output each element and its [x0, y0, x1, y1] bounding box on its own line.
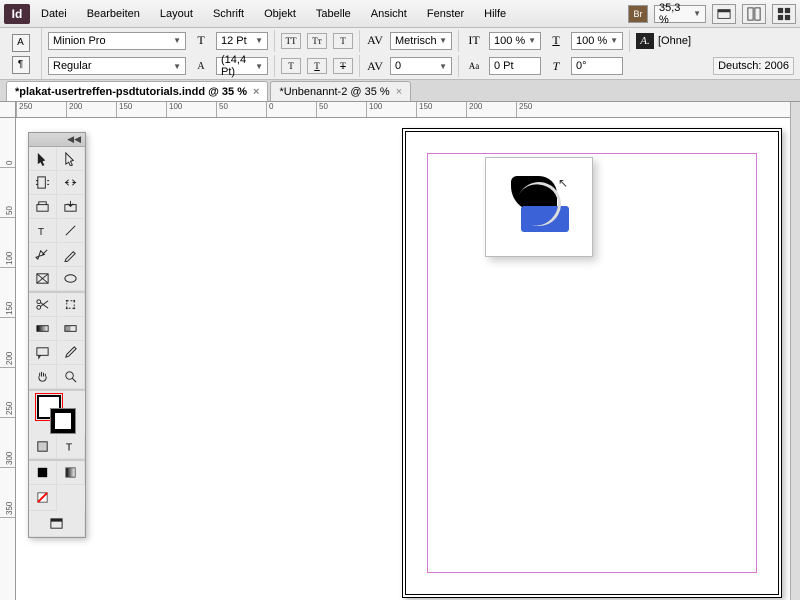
tools-panel[interactable]: ◀◀ T T [28, 132, 86, 538]
char-mode-button[interactable]: A [12, 34, 30, 52]
pen-tool[interactable] [29, 243, 57, 267]
placed-image-content [503, 176, 575, 238]
gap-tool[interactable] [57, 171, 85, 195]
superscript-button[interactable]: T [333, 33, 353, 49]
language-combo[interactable]: Deutsch: 2006 [713, 57, 794, 75]
menu-ansicht[interactable]: Ansicht [362, 4, 416, 24]
rectangle-frame-tool[interactable] [29, 267, 57, 291]
chevron-down-icon: ▼ [693, 9, 701, 18]
vscale-combo[interactable]: 100 %▼ [489, 32, 541, 50]
app-id-badge: Id [4, 4, 30, 24]
strike-button[interactable]: T [333, 58, 353, 74]
baseline-combo[interactable]: 0 Pt [489, 57, 541, 75]
ellipse-tool[interactable] [57, 267, 85, 291]
para-mode-button[interactable]: ¶ [12, 56, 30, 74]
skew-combo[interactable]: 0° [571, 57, 623, 75]
vscale-icon: IT [465, 32, 483, 50]
free-transform-tool[interactable] [57, 293, 85, 317]
close-icon[interactable]: × [253, 86, 259, 98]
format-text-button[interactable]: T [57, 435, 85, 459]
gradient-feather-tool[interactable] [57, 317, 85, 341]
kerning-icon: AV [366, 32, 384, 50]
ruler-horizontal[interactable]: 250 200 150 100 50 0 50 100 150 200 250 [16, 102, 800, 118]
apply-none-button[interactable] [29, 485, 57, 511]
tools-panel-header[interactable]: ◀◀ [29, 133, 85, 147]
gradient-swatch-tool[interactable] [29, 317, 57, 341]
apply-color-button[interactable] [29, 461, 57, 485]
page[interactable]: ↖ [402, 128, 782, 598]
control-panel: A ¶ Minion Pro▼ T 12 Pt▼ TT Tᴛ T AV Metr… [0, 28, 800, 80]
doc-tab-1[interactable]: *plakat-usertreffen-psdtutorials.indd @ … [6, 81, 268, 101]
hscale-icon: T [547, 32, 565, 50]
leading-icon: A [192, 57, 210, 75]
document-canvas[interactable]: ↖ [16, 118, 800, 600]
workspace-button[interactable] [772, 4, 796, 24]
type-tool[interactable]: T [29, 219, 57, 243]
screen-mode-button[interactable] [712, 4, 736, 24]
underline-button[interactable]: T [307, 58, 327, 74]
skew-icon: T [547, 57, 565, 75]
kerning-combo[interactable]: Metrisch▼ [390, 32, 452, 50]
ruler-origin[interactable] [0, 102, 16, 118]
tracking-icon: AV [366, 57, 384, 75]
zoom-level-value: 35,3 % [659, 2, 693, 26]
fill-stroke-swatches[interactable] [29, 391, 85, 435]
line-tool[interactable] [57, 219, 85, 243]
menu-fenster[interactable]: Fenster [418, 4, 473, 24]
char-style-icon: A. [636, 33, 654, 49]
leading-combo[interactable]: (14,4 Pt)▼ [216, 57, 268, 75]
panel-dock[interactable] [790, 102, 800, 600]
direct-selection-tool[interactable] [57, 147, 85, 171]
note-tool[interactable] [29, 341, 57, 365]
scissors-tool[interactable] [29, 293, 57, 317]
close-icon[interactable]: × [396, 86, 402, 98]
svg-text:T: T [66, 442, 73, 453]
zoom-level-dropdown[interactable]: 35,3 % ▼ [654, 5, 706, 23]
selection-tool[interactable] [29, 147, 57, 171]
smallcaps-button[interactable]: Tᴛ [307, 33, 327, 49]
font-family-combo[interactable]: Minion Pro▼ [48, 32, 186, 50]
allcaps-button[interactable]: TT [281, 33, 301, 49]
font-style-combo[interactable]: Regular▼ [48, 57, 186, 75]
eyedropper-tool[interactable] [57, 341, 85, 365]
menu-datei[interactable]: Datei [32, 4, 76, 24]
menu-hilfe[interactable]: Hilfe [475, 4, 515, 24]
menu-tabelle[interactable]: Tabelle [307, 4, 360, 24]
baseline-icon: Aa [465, 57, 483, 75]
placed-image-frame[interactable]: ↖ [485, 157, 593, 257]
subscript-button[interactable]: T [281, 58, 301, 74]
content-placer-tool[interactable] [57, 195, 85, 219]
doc-tab-2[interactable]: *Unbenannt-2 @ 35 % × [270, 81, 411, 101]
zoom-tool[interactable] [57, 365, 85, 389]
bridge-badge[interactable]: Br [628, 5, 648, 23]
apply-gradient-button[interactable] [57, 461, 85, 485]
char-style-combo[interactable]: A. [Ohne] [636, 33, 696, 49]
menubar-right: Br 35,3 % ▼ [628, 4, 796, 24]
page-tool[interactable] [29, 171, 57, 195]
menu-layout[interactable]: Layout [151, 4, 202, 24]
menu-objekt[interactable]: Objekt [255, 4, 305, 24]
arrange-button[interactable] [742, 4, 766, 24]
tracking-combo[interactable]: 0▼ [390, 57, 452, 75]
font-size-combo[interactable]: 12 Pt▼ [216, 32, 268, 50]
menu-schrift[interactable]: Schrift [204, 4, 253, 24]
stroke-swatch[interactable] [51, 409, 75, 433]
svg-text:T: T [38, 227, 45, 238]
view-mode-button[interactable] [29, 511, 85, 537]
font-size-icon: T [192, 32, 210, 50]
format-container-button[interactable] [29, 435, 57, 459]
pencil-tool[interactable] [57, 243, 85, 267]
collapse-icon[interactable]: ◀◀ [67, 134, 81, 145]
menubar: Id Datei Bearbeiten Layout Schrift Objek… [0, 0, 800, 28]
ruler-vertical[interactable]: 0 50 100 150 200 250 300 350 [0, 118, 16, 600]
document-tabs: *plakat-usertreffen-psdtutorials.indd @ … [0, 80, 800, 102]
content-collector-tool[interactable] [29, 195, 57, 219]
hscale-combo[interactable]: 100 %▼ [571, 32, 623, 50]
control-mode-switch: A ¶ [0, 28, 42, 79]
menu-bearbeiten[interactable]: Bearbeiten [78, 4, 149, 24]
hand-tool[interactable] [29, 365, 57, 389]
